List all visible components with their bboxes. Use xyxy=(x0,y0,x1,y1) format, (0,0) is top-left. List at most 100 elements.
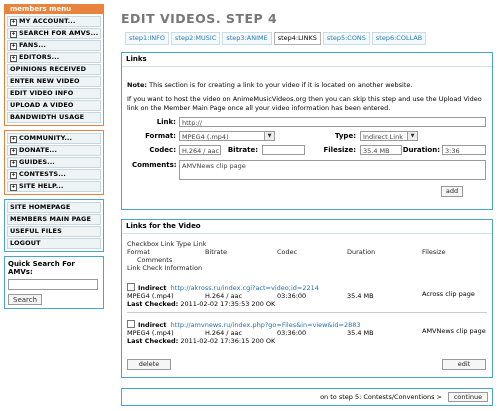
sidebar-item-label: ENTER NEW VIDEO xyxy=(10,77,80,85)
sidebar-item-label: CONTESTS... xyxy=(19,170,66,178)
row-format: MPEG4 (.mp4) xyxy=(127,292,174,300)
expand-plus-icon: + xyxy=(10,55,17,62)
row-codec: H.264 / aac xyxy=(205,292,243,300)
expand-plus-icon: + xyxy=(10,43,17,50)
video-links-panel: Links for the Video Checkbox Link Type L… xyxy=(121,219,493,378)
sidebar-item-edit-video-info[interactable]: EDIT VIDEO INFO xyxy=(7,88,101,99)
edit-button[interactable]: edit xyxy=(442,359,486,370)
links-panel-title: Links xyxy=(122,53,492,67)
bitrate-label: Bitrate: xyxy=(227,146,258,154)
sidebar-item-label: USEFUL FILES xyxy=(10,227,62,235)
sidebar-item-label: GUIDES... xyxy=(19,158,55,166)
sidebar-item-editors[interactable]: + EDITORS... xyxy=(7,52,101,63)
row-checkbox[interactable] xyxy=(127,283,135,291)
header-line3: Comments xyxy=(137,256,173,264)
type-select[interactable]: Indirect Link ▼ xyxy=(360,131,418,141)
sidebar-item-label: SITE HELP... xyxy=(19,182,64,190)
comments-textarea[interactable]: AMVNews clip page xyxy=(179,160,486,180)
note-text: Note: This section is for creating a lin… xyxy=(127,81,489,90)
sidebar-item-label: EDIT VIDEO INFO xyxy=(10,89,74,97)
duration-input[interactable]: 3:36 xyxy=(442,145,486,155)
sidebar-item-upload-a-video[interactable]: UPLOAD A VIDEO xyxy=(7,100,101,111)
sidebar-item-label: MEMBERS MAIN PAGE xyxy=(10,215,92,223)
note-label: Note: xyxy=(127,81,148,89)
filesize-label: Filesize: xyxy=(323,146,356,154)
format-select[interactable]: MPEG4 (.mp4) ▼ xyxy=(179,131,275,141)
video-panel-title: Links for the Video xyxy=(122,220,492,234)
quick-search-label: Quick Search For AMVs: xyxy=(8,260,75,276)
bitrate-input[interactable] xyxy=(262,145,305,155)
header-columns: Format Bitrate Codec Duration Filesize xyxy=(127,248,487,256)
sidebar-group-site: SITE HOMEPAGE MEMBERS MAIN PAGE USEFUL FIL… xyxy=(4,199,104,252)
row-divider xyxy=(127,312,487,313)
sidebar-item-contests[interactable]: + CONTESTS... xyxy=(7,169,101,180)
sidebar-item-useful-files[interactable]: USEFUL FILES xyxy=(7,226,101,237)
row-comments: Across clip page xyxy=(422,290,475,298)
row-duration: 03:36:00 xyxy=(277,329,307,337)
step-tabs: step1:INFO step2:MUSIC step3:ANIME step4:LI… xyxy=(125,32,428,45)
add-button[interactable]: add xyxy=(441,186,463,197)
type-label: Type: xyxy=(334,132,356,140)
row-type: Indirect xyxy=(138,321,167,329)
sidebar-item-label: OPINIONS RECEIVED xyxy=(10,65,87,73)
row-filesize: 35.4 MB xyxy=(347,329,374,337)
sidebar-item-fans[interactable]: + FANS... xyxy=(7,40,101,51)
sidebar-item-bandwidth-usage[interactable]: BANDWIDTH USAGE xyxy=(7,112,101,123)
quick-search-input[interactable] xyxy=(8,279,98,290)
sidebar-item-site-homepage[interactable]: SITE HOMEPAGE xyxy=(7,202,101,213)
sidebar-item-donate[interactable]: + DONATE... xyxy=(7,145,101,156)
row-format: MPEG4 (.mp4) xyxy=(127,329,174,337)
tab-collab[interactable]: step6:COLLAB xyxy=(371,32,427,45)
col-filesize: Filesize xyxy=(422,248,446,256)
sidebar-group-account: + MY ACCOUNT... + SEARCH FOR AMVS... + FANS..… xyxy=(4,14,104,126)
sidebar-item-label: FANS... xyxy=(19,41,46,49)
quick-search-button[interactable]: Search xyxy=(8,294,43,305)
tab-cons[interactable]: step5:CONS xyxy=(322,32,370,45)
header-line1: Checkbox Link Type Link xyxy=(127,240,207,248)
sidebar-item-community[interactable]: + COMMUNITY... xyxy=(7,133,101,144)
next-step-text: on to step 5: Contests/Conventions > xyxy=(320,393,442,401)
tab-links[interactable]: step4:LINKS xyxy=(273,32,321,45)
tab-anime[interactable]: step3:ANIME xyxy=(222,32,272,45)
filesize-input[interactable]: 35.4 MB xyxy=(360,145,402,155)
row-last-checked: 2011-02-02 17:36:15 200 OK xyxy=(180,337,276,345)
format-label: Format: xyxy=(145,132,176,140)
sidebar-item-logout[interactable]: LOGOUT xyxy=(7,238,101,249)
sidebar-item-search-for-amvs[interactable]: + SEARCH FOR AMVS... xyxy=(7,28,101,39)
sidebar-item-my-account[interactable]: + MY ACCOUNT... xyxy=(7,16,101,27)
sidebar-item-enter-new-video[interactable]: ENTER NEW VIDEO xyxy=(7,76,101,87)
codec-label: Codec: xyxy=(149,146,176,154)
sidebar-item-label: BANDWIDTH USAGE xyxy=(10,113,85,121)
sidebar-item-opinions-received[interactable]: OPINIONS RECEIVED xyxy=(7,64,101,75)
row-filesize: 35.4 MB xyxy=(347,292,374,300)
footer-bar: on to step 5: Contests/Conventions > con… xyxy=(121,388,493,406)
expand-plus-icon: + xyxy=(10,148,17,155)
expand-plus-icon: + xyxy=(10,184,17,191)
row-url-link[interactable]: http://amvnews.ru/index.php?go=Files&in=… xyxy=(171,321,361,329)
col-codec: Codec xyxy=(277,248,298,256)
sidebar-group-community: + COMMUNITY... + DONATE... + GUIDES... + CONTES… xyxy=(4,130,104,195)
expand-plus-icon: + xyxy=(10,172,17,179)
sidebar-item-members-main-page[interactable]: MEMBERS MAIN PAGE xyxy=(7,214,101,225)
sidebar-item-label: SITE HOMEPAGE xyxy=(10,203,71,211)
chevron-down-icon: ▼ xyxy=(264,132,274,140)
expand-plus-icon: + xyxy=(10,31,17,38)
link-url-input[interactable]: http:// xyxy=(179,117,486,127)
delete-button[interactable]: delete xyxy=(127,359,171,370)
codec-input[interactable]: H.264 / aac xyxy=(179,145,221,155)
sidebar-item-guides[interactable]: + GUIDES... xyxy=(7,157,101,168)
sidebar-item-site-help[interactable]: + SITE HELP... xyxy=(7,181,101,192)
row-checkbox[interactable] xyxy=(127,320,135,328)
row-url-link[interactable]: http://akross.ru/index.cgi?act=video;id=… xyxy=(171,284,319,292)
page-title: EDIT VIDEOS. STEP 4 xyxy=(121,11,278,26)
expand-plus-icon: + xyxy=(10,160,17,167)
col-duration: Duration xyxy=(347,248,376,256)
members-menu-header: members menu xyxy=(4,4,104,14)
continue-button[interactable]: continue xyxy=(448,392,488,402)
tab-music[interactable]: step2:MUSIC xyxy=(171,32,221,45)
sidebar-item-label: EDITORS... xyxy=(19,53,60,61)
sidebar-item-label: LOGOUT xyxy=(10,239,41,247)
tab-info[interactable]: step1:INFO xyxy=(125,32,170,45)
row-last-checked-label: Last Checked: xyxy=(127,337,179,345)
table-row: Indirect http://akross.ru/index.cgi?act=… xyxy=(127,283,487,308)
